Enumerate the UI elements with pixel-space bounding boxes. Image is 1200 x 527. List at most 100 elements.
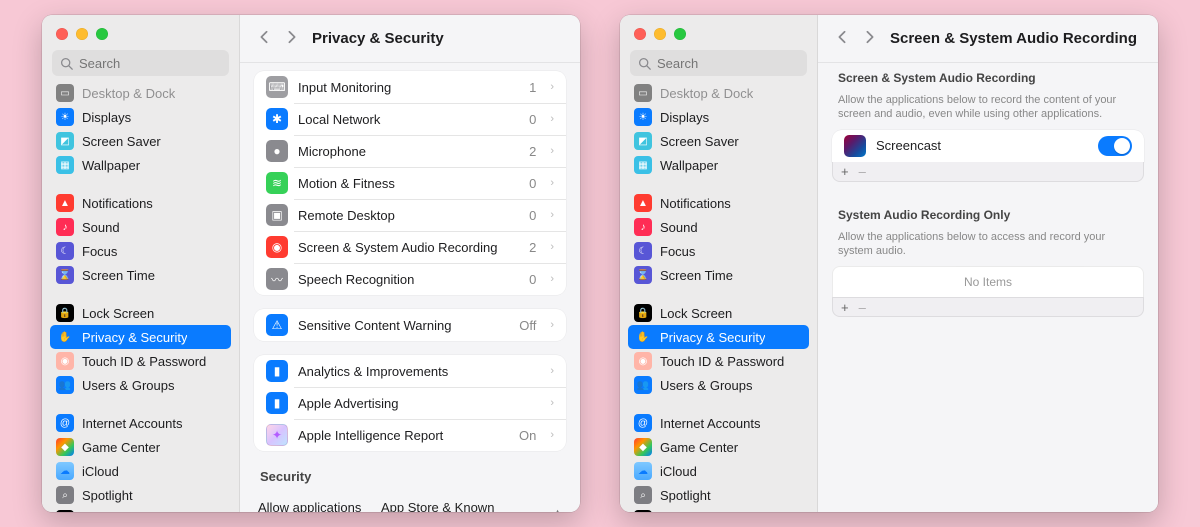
sidebar-item-wallpaper[interactable]: ▦Wallpaper (50, 153, 231, 177)
sidebar-item-privacy-security[interactable]: ✋Privacy & Security (628, 325, 809, 349)
setting-row-analytics-improvements[interactable]: ▮Analytics & Improvements› (254, 355, 566, 387)
setting-row-input-monitoring[interactable]: ⌨Input Monitoring1› (254, 71, 566, 103)
chevron-right-icon: › (550, 209, 554, 221)
setting-label: Sensitive Content Warning (298, 318, 509, 333)
sidebar-item-notifications[interactable]: ▲Notifications (50, 191, 231, 215)
sidebar-item-notifications[interactable]: ▲Notifications (628, 191, 809, 215)
nav-back-icon[interactable] (836, 30, 848, 47)
sidebar-item-displays[interactable]: ☀Displays (50, 105, 231, 129)
search-field[interactable] (630, 50, 807, 76)
sidebar-item-lock-screen[interactable]: 🔒Lock Screen (628, 301, 809, 325)
setting-row-motion-fitness[interactable]: ≋Motion & Fitness0› (254, 167, 566, 199)
sidebar-item-sound[interactable]: ♪Sound (50, 215, 231, 239)
remove-button[interactable]: – (859, 300, 866, 315)
sidebar-item-label: Privacy & Security (660, 330, 765, 345)
sidebar-item-users-groups[interactable]: 👥Users & Groups (628, 373, 809, 397)
sidebar-item-label: Game Center (660, 440, 738, 455)
motion-icon: ≋ (266, 172, 288, 194)
setting-row-screen-system-audio-recording[interactable]: ◉Screen & System Audio Recording2› (254, 231, 566, 263)
app-row-screencast[interactable]: Screencast (832, 130, 1144, 162)
setting-label: Apple Intelligence Report (298, 428, 509, 443)
search-icon (638, 57, 651, 70)
sidebar-item-spotlight[interactable]: ⌕Spotlight (50, 483, 231, 507)
sidebar-item-label: Notifications (82, 196, 153, 211)
remove-button[interactable]: – (859, 164, 866, 179)
nav-back-icon[interactable] (258, 30, 270, 47)
sidebar-item-displays[interactable]: ☀Displays (628, 105, 809, 129)
moon-icon: ☾ (56, 242, 74, 260)
at-icon: @ (56, 414, 74, 432)
chevron-right-icon: › (550, 113, 554, 125)
sidebar-item-label: Game Center (82, 440, 160, 455)
sidebar-item-focus[interactable]: ☾Focus (50, 239, 231, 263)
sidebar-item-screen-saver[interactable]: ◩Screen Saver (50, 129, 231, 153)
toggle-switch[interactable] (1098, 136, 1132, 156)
sidebar-item-game-center[interactable]: ◆Game Center (628, 435, 809, 459)
bell-icon: ▲ (634, 194, 652, 212)
settings-window-privacy: ▭Desktop & Dock☀Displays◩Screen Saver▦Wa… (42, 15, 580, 512)
minimize-icon[interactable] (76, 28, 88, 40)
mic-icon: ● (266, 140, 288, 162)
sidebar-item-label: Screen Saver (82, 134, 161, 149)
setting-row-remote-desktop[interactable]: ▣Remote Desktop0› (254, 199, 566, 231)
sidebar-item-lock-screen[interactable]: 🔒Lock Screen (50, 301, 231, 325)
setting-row-apple-intelligence-report[interactable]: ✦Apple Intelligence ReportOn› (254, 419, 566, 451)
search-input[interactable] (657, 56, 799, 71)
sidebar-item-icloud[interactable]: ☁iCloud (50, 459, 231, 483)
sidebar-item-privacy-security[interactable]: ✋Privacy & Security (50, 325, 231, 349)
hand-icon: ✋ (56, 328, 74, 346)
sidebar-item-screen-saver[interactable]: ◩Screen Saver (628, 129, 809, 153)
sidebar-item-icloud[interactable]: ☁iCloud (628, 459, 809, 483)
search-input[interactable] (79, 56, 221, 71)
sidebar-item-wallet-apple-pay[interactable]: ▮Wallet & Apple Pay (628, 507, 809, 512)
updown-icon: ▲▼ (553, 509, 562, 512)
setting-row-local-network[interactable]: ✱Local Network0› (254, 103, 566, 135)
sidebar-item-label: Users & Groups (660, 378, 752, 393)
content-scroll[interactable]: ⌨Input Monitoring1›✱Local Network0›●Micr… (240, 63, 580, 512)
section-subtitle: Allow the applications below to record t… (832, 91, 1144, 130)
sidebar-item-internet-accounts[interactable]: @Internet Accounts (628, 411, 809, 435)
setting-row-sensitive-content-warning[interactable]: ⚠Sensitive Content WarningOff› (254, 309, 566, 341)
sidebar-item-label: iCloud (660, 464, 697, 479)
sidebar-item-desktop-dock[interactable]: ▭Desktop & Dock (50, 84, 231, 105)
nav-forward-icon[interactable] (864, 30, 876, 47)
setting-label: Motion & Fitness (298, 176, 519, 191)
search-field[interactable] (52, 50, 229, 76)
close-icon[interactable] (634, 28, 646, 40)
sidebar-item-label: Touch ID & Password (660, 354, 784, 369)
add-button[interactable]: + (841, 300, 849, 315)
setting-label: Apple Advertising (298, 396, 536, 411)
sidebar-item-touch-id-password[interactable]: ◉Touch ID & Password (628, 349, 809, 373)
sidebar-item-screen-time[interactable]: ⌛Screen Time (628, 263, 809, 287)
sidebar-item-touch-id-password[interactable]: ◉Touch ID & Password (50, 349, 231, 373)
add-button[interactable]: + (841, 164, 849, 179)
zoom-icon[interactable] (96, 28, 108, 40)
sidebar-item-desktop-dock[interactable]: ▭Desktop & Dock (628, 84, 809, 105)
sidebar-item-wallet-apple-pay[interactable]: ▮Wallet & Apple Pay (50, 507, 231, 512)
close-icon[interactable] (56, 28, 68, 40)
setting-label: Input Monitoring (298, 80, 519, 95)
nav-forward-icon[interactable] (286, 30, 298, 47)
sidebar-item-spotlight[interactable]: ⌕Spotlight (628, 483, 809, 507)
sidebar-item-focus[interactable]: ☾Focus (628, 239, 809, 263)
sidebar-item-users-groups[interactable]: 👥Users & Groups (50, 373, 231, 397)
sidebar-item-label: Screen Time (82, 268, 155, 283)
sound-icon: ♪ (634, 218, 652, 236)
allow-from-select[interactable]: App Store & Known Developers ▲▼ (381, 500, 562, 512)
chevron-right-icon: › (550, 365, 554, 377)
sidebar-item-wallpaper[interactable]: ▦Wallpaper (628, 153, 809, 177)
page-title: Screen & System Audio Recording (890, 30, 1137, 47)
sidebar-item-internet-accounts[interactable]: @Internet Accounts (50, 411, 231, 435)
setting-row-microphone[interactable]: ●Microphone2› (254, 135, 566, 167)
sidebar-item-screen-time[interactable]: ⌛Screen Time (50, 263, 231, 287)
chevron-right-icon: › (550, 177, 554, 189)
allow-applications-from-row[interactable]: Allow applications from App Store & Know… (254, 490, 566, 512)
minimize-icon[interactable] (654, 28, 666, 40)
dock-icon: ▭ (634, 84, 652, 102)
sidebar-item-sound[interactable]: ♪Sound (628, 215, 809, 239)
content-scroll[interactable]: Screen & System Audio Recording Allow th… (818, 63, 1158, 512)
setting-row-speech-recognition[interactable]: 〰Speech Recognition0› (254, 263, 566, 295)
zoom-icon[interactable] (674, 28, 686, 40)
sidebar-item-game-center[interactable]: ◆Game Center (50, 435, 231, 459)
setting-row-apple-advertising[interactable]: ▮Apple Advertising› (254, 387, 566, 419)
